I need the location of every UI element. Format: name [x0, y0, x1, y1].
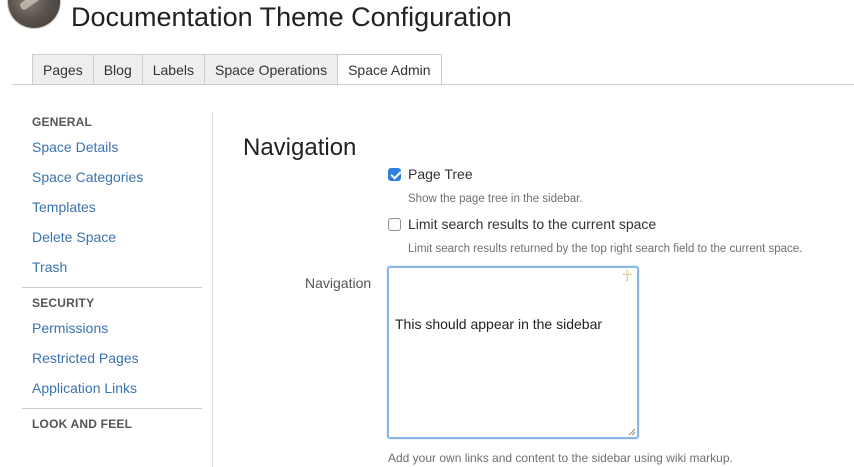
- ankh-icon: ☥: [621, 268, 633, 285]
- tab-blog[interactable]: Blog: [92, 54, 142, 85]
- sidebar-heading-look-and-feel: LOOK AND FEEL: [32, 417, 133, 431]
- limit-search-option: Limit search results to the current spac…: [388, 215, 656, 233]
- navigation-field-hint: Add your own links and content to the si…: [388, 451, 733, 465]
- sidebar-vertical-divider: [212, 112, 213, 467]
- sidebar-item-application-links[interactable]: Application Links: [22, 373, 212, 403]
- space-avatar: [8, 0, 60, 28]
- sidebar-item-space-details[interactable]: Space Details: [22, 132, 212, 162]
- sidebar-item-space-categories[interactable]: Space Categories: [22, 162, 212, 192]
- resize-handle-icon[interactable]: [628, 428, 636, 436]
- sidebar-heading-security: SECURITY: [32, 296, 95, 310]
- sidebar-item-trash[interactable]: Trash: [22, 252, 212, 282]
- limit-search-hint: Limit search results returned by the top…: [408, 243, 803, 255]
- section-heading: Navigation: [243, 134, 357, 161]
- sidebar-divider: [22, 408, 202, 409]
- tab-space-operations[interactable]: Space Operations: [204, 54, 338, 85]
- sidebar-item-permissions[interactable]: Permissions: [22, 313, 212, 343]
- tab-labels[interactable]: Labels: [141, 54, 204, 85]
- space-tabs: Pages Blog Labels Space Operations Space…: [32, 54, 442, 86]
- tab-space-admin[interactable]: Space Admin: [337, 54, 442, 86]
- sidebar-item-restricted-pages[interactable]: Restricted Pages: [22, 343, 212, 373]
- sidebar-heading-general: GENERAL: [32, 115, 93, 129]
- sidebar-item-templates[interactable]: Templates: [22, 192, 212, 222]
- admin-sidebar: GENERAL Space Details Space Categories T…: [22, 112, 212, 434]
- page-tree-checkbox[interactable]: [388, 167, 401, 181]
- page-tree-option: Page Tree: [388, 165, 473, 183]
- limit-search-checkbox[interactable]: [388, 217, 401, 231]
- page-tree-hint: Show the page tree in the sidebar.: [408, 193, 583, 205]
- page-title: Documentation Theme Configuration: [71, 2, 512, 32]
- navigation-textarea[interactable]: This should appear in the sidebar ☥: [387, 266, 639, 439]
- sidebar-divider: [22, 287, 202, 288]
- navigation-field-label: Navigation: [305, 275, 372, 291]
- tab-pages[interactable]: Pages: [32, 54, 93, 85]
- page-tree-label[interactable]: Page Tree: [408, 165, 473, 183]
- tabs-divider: [12, 84, 854, 85]
- navigation-textarea-value[interactable]: This should appear in the sidebar: [395, 316, 602, 332]
- limit-search-label[interactable]: Limit search results to the current spac…: [408, 215, 656, 233]
- sidebar-item-delete-space[interactable]: Delete Space: [22, 222, 212, 252]
